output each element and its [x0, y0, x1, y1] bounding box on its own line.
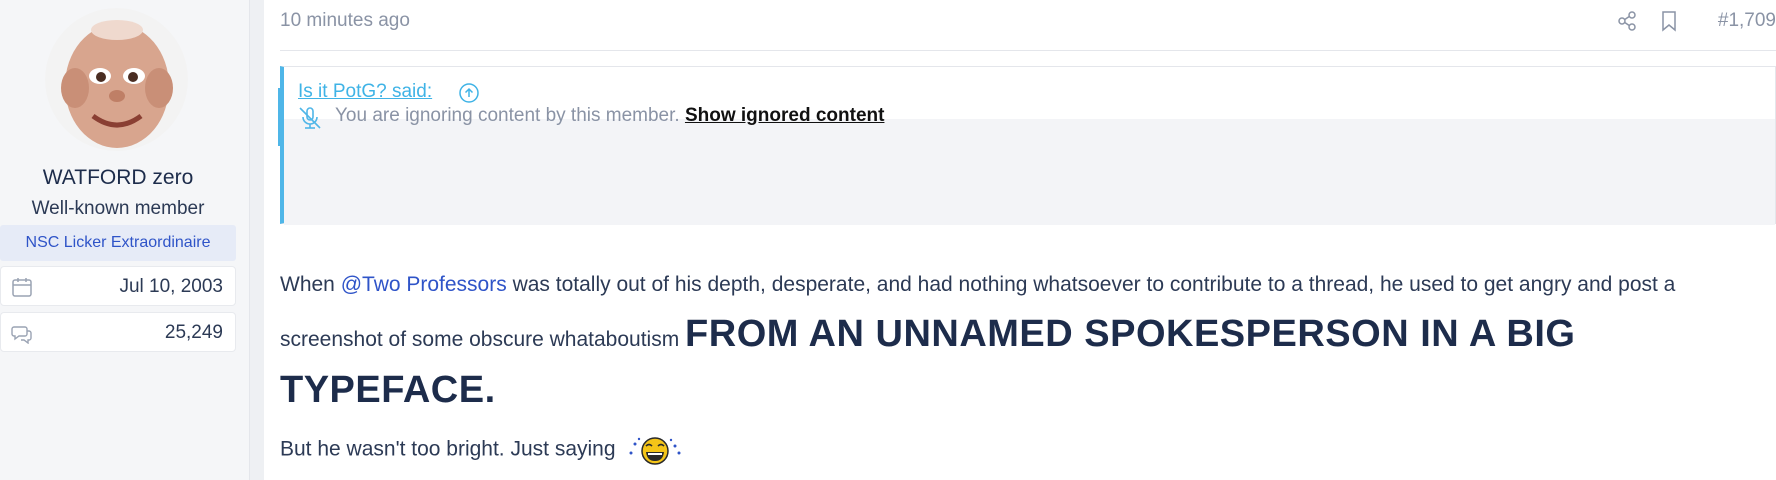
header-divider: [280, 50, 1776, 51]
username[interactable]: WATFORD zero: [0, 166, 236, 190]
user-sidebar: WATFORD zero Well-known member NSC Licke…: [0, 0, 250, 480]
joined-row: Jul 10, 2003: [0, 266, 236, 306]
laughing-emoji-icon: [629, 437, 681, 465]
quote-body: [284, 119, 1775, 225]
messages-icon: [11, 326, 32, 344]
muted-mic-icon: [299, 107, 321, 129]
message-line-2: But he wasn't too bright. Just saying: [280, 435, 683, 465]
post-message: When @Two Professors was totally out of …: [280, 264, 1760, 418]
message-count: 25,249: [164, 322, 223, 343]
avatar[interactable]: [45, 8, 188, 151]
user-banner: NSC Licker Extraordinaire: [0, 225, 236, 261]
post-time[interactable]: 10 minutes ago: [280, 10, 410, 32]
sidebar-divider: [250, 0, 264, 480]
post-number[interactable]: #1,709: [1718, 10, 1776, 32]
post-actions: #1,709: [1616, 6, 1776, 36]
message-text-1: When: [280, 273, 341, 296]
user-title: Well-known member: [31, 198, 205, 219]
jump-to-quote-icon[interactable]: [458, 82, 480, 104]
user-mention-link[interactable]: @Two Professors: [341, 273, 507, 296]
ignored-text-wrap: You are ignoring content by this member.…: [335, 105, 884, 127]
quote-block: Is it PotG? said:: [280, 66, 1776, 225]
ignored-message: You are ignoring content by this member.: [335, 105, 680, 126]
avatar-face-icon: [45, 8, 188, 151]
messages-row: 25,249: [0, 312, 236, 352]
joined-date: Jul 10, 2003: [119, 276, 223, 297]
calendar-icon: [12, 278, 32, 297]
bookmark-icon[interactable]: [1658, 10, 1680, 32]
ignored-content-notice: You are ignoring content by this member.…: [278, 88, 884, 146]
post: 10 minutes ago #1,709 Is it PotG? said:: [264, 0, 1776, 480]
share-icon[interactable]: [1616, 10, 1638, 32]
quote-author-link[interactable]: Is it PotG? said:: [298, 81, 432, 103]
show-ignored-content-link[interactable]: Show ignored content: [685, 105, 885, 126]
message-text-3: But he wasn't too bright. Just saying: [280, 437, 616, 461]
